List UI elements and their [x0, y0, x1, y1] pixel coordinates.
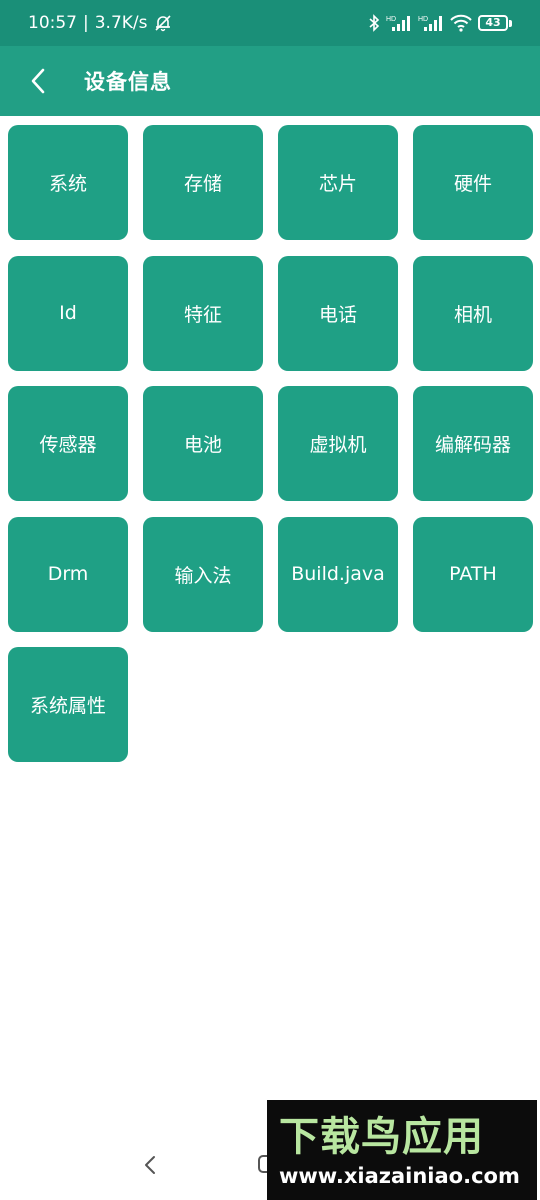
watermark-title: 下载鸟应用 [279, 1114, 484, 1160]
network-speed: 3.7K/s [94, 13, 148, 33]
tile-system[interactable]: 系统 [8, 125, 128, 240]
tile-input-method[interactable]: 输入法 [143, 516, 263, 632]
chevron-left-icon [31, 68, 45, 94]
nav-back-button[interactable] [140, 1150, 160, 1180]
signal-hd-icon: HD [418, 14, 444, 32]
tile-codecs[interactable]: 编解码器 [413, 386, 533, 501]
back-button[interactable] [22, 61, 54, 101]
tile-sensors[interactable]: 传感器 [8, 386, 128, 501]
bluetooth-icon [368, 14, 380, 32]
tile-system-properties[interactable]: 系统属性 [8, 647, 128, 762]
battery-icon: 43 [478, 15, 512, 31]
tile-path[interactable]: PATH [413, 516, 533, 632]
tile-chip[interactable]: 芯片 [278, 125, 398, 240]
battery-tip [509, 19, 512, 27]
tile-build-java[interactable]: Build.java [278, 516, 398, 632]
battery-level: 43 [478, 15, 508, 31]
tile-hardware[interactable]: 硬件 [413, 125, 533, 240]
tile-battery[interactable]: 电池 [143, 386, 263, 501]
tile-virtual-machine[interactable]: 虚拟机 [278, 386, 398, 501]
tile-phone[interactable]: 电话 [278, 255, 398, 371]
status-separator: | [83, 13, 89, 33]
nav-back-icon [145, 1156, 155, 1174]
status-time: 10:57 [28, 13, 77, 33]
tile-storage[interactable]: 存储 [143, 125, 263, 240]
category-grid: 系统 存储 芯片 硬件 Id 特征 电话 相机 传感器 电池 虚拟机 编解码器 … [8, 125, 533, 762]
page-title: 设备信息 [84, 70, 172, 94]
tile-drm[interactable]: Drm [8, 516, 128, 632]
tile-camera[interactable]: 相机 [413, 255, 533, 371]
wifi-icon [450, 14, 472, 32]
svg-text:HD: HD [418, 16, 428, 23]
watermark: 下载鸟应用 www.xiazainiao.com [267, 1100, 537, 1200]
app-bar: 设备信息 [0, 46, 540, 116]
status-right: HD HD 43 [368, 14, 512, 32]
mute-bell-icon [154, 14, 172, 32]
tile-features[interactable]: 特征 [143, 255, 263, 371]
svg-text:HD: HD [386, 16, 396, 23]
status-bar: 10:57 | 3.7K/s HD HD 43 [0, 0, 540, 46]
status-left: 10:57 | 3.7K/s [28, 13, 172, 33]
tile-id[interactable]: Id [8, 255, 128, 371]
watermark-url: www.xiazainiao.com [279, 1164, 520, 1188]
signal-hd-icon: HD [386, 14, 412, 32]
